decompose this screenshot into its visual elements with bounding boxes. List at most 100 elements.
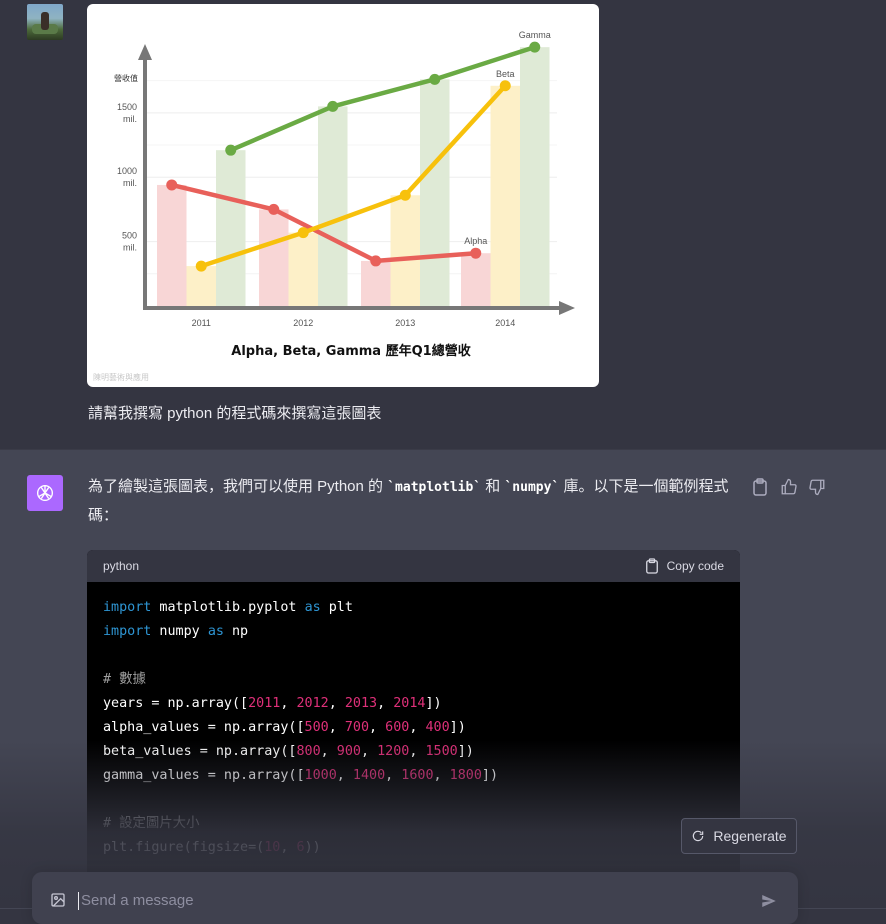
chart-svg: 營收值 500 mil. 1000 mil. 1500 mil. 2011 2012 2013 20… — [93, 30, 575, 382]
series-point-alpha — [166, 179, 178, 191]
chart-watermark: 陳明藝術與應用 — [93, 372, 149, 382]
series-point-beta — [399, 189, 411, 201]
send-icon[interactable] — [760, 892, 778, 915]
series-line-gamma — [229, 45, 536, 153]
code-token: plt — [320, 600, 353, 615]
code-token: , — [280, 696, 297, 711]
code-token: 2013 — [344, 696, 378, 711]
code-token: import — [103, 624, 152, 639]
code-token: numpy — [151, 624, 208, 639]
code-token: matplotlib.pyplot — [151, 600, 305, 615]
code-token: 2014 — [393, 696, 426, 711]
reply-intro-2: 和 — [481, 478, 505, 495]
code-token: as — [207, 624, 224, 639]
bar-alpha — [361, 260, 391, 306]
code-token: 2012 — [296, 696, 329, 711]
chart-image[interactable]: 營收值 500 mil. 1000 mil. 1500 mil. 2011 2012 2013 20… — [87, 4, 599, 387]
y-tick-label: 1000 — [117, 166, 137, 176]
bar-alpha — [259, 209, 289, 306]
code-line: # 數據 — [103, 668, 724, 692]
message-input-placeholder[interactable]: Send a message — [78, 892, 194, 910]
code-token: 700 — [344, 720, 370, 735]
series-point-beta — [195, 260, 207, 272]
code-token: 500 — [304, 720, 329, 735]
series-label-gamma: Gamma — [519, 30, 551, 40]
code-token: ]) — [449, 720, 466, 735]
copy-code-button[interactable]: Copy code — [645, 558, 724, 574]
bar-gamma — [520, 47, 550, 307]
series-point-alpha — [268, 203, 280, 215]
regenerate-button[interactable]: Regenerate — [681, 818, 797, 854]
series-point-alpha — [470, 247, 482, 259]
clipboard-icon — [645, 558, 658, 574]
message-input-box[interactable]: Send a message — [32, 872, 798, 924]
code-token: , — [377, 696, 394, 711]
series-point-beta — [297, 227, 309, 239]
code-token: 400 — [425, 720, 450, 735]
code-token: alpha_values = np.array([ — [103, 720, 305, 735]
y-tick-unit: mil. — [123, 178, 137, 188]
refresh-icon — [693, 830, 704, 842]
code-token: , — [409, 720, 426, 735]
user-message-text: 請幫我撰寫 python 的程式碼來撰寫這張圖表 — [88, 405, 382, 422]
series-point-gamma — [327, 100, 339, 112]
code-token: import — [103, 600, 152, 615]
message-actions — [752, 478, 826, 496]
chatgpt-logo-icon — [27, 475, 63, 511]
thumbs-up-icon[interactable] — [780, 478, 798, 496]
code-token: , — [369, 720, 386, 735]
bar-beta — [490, 85, 520, 306]
reply-intro-1: 為了繪製這張圖表，我們可以使用 Python 的 — [88, 478, 388, 495]
user-avatar — [27, 4, 63, 40]
bar-beta — [186, 266, 216, 306]
code-token: 600 — [385, 720, 410, 735]
series-label-beta: Beta — [496, 69, 515, 79]
chart-title: Alpha, Beta, Gamma 歷年Q1總營收 — [231, 343, 471, 359]
thumbs-down-icon[interactable] — [808, 478, 826, 496]
y-tick-label: 500 — [122, 231, 137, 241]
bar-alpha — [461, 253, 491, 306]
x-tick-label: 2013 — [395, 318, 415, 328]
series-point-beta — [499, 80, 511, 92]
bar-alpha — [157, 184, 187, 306]
copy-code-label: Copy code — [666, 559, 724, 573]
bar-beta — [390, 195, 420, 306]
y-tick-unit: mil. — [123, 243, 137, 253]
code-token: as — [304, 600, 321, 615]
code-token: np — [223, 624, 249, 639]
code-line: years = np.array([2011, 2012, 2013, 2014… — [103, 692, 724, 716]
y-tick-label: 1500 — [117, 102, 137, 112]
bar-beta — [288, 232, 318, 306]
code-block-header: python Copy code — [87, 550, 740, 582]
code-line: import matplotlib.pyplot as plt — [103, 596, 724, 620]
lib-numpy: `numpy` — [504, 480, 560, 495]
code-token: # 數據 — [103, 672, 146, 687]
code-token: , — [328, 696, 345, 711]
bar-gamma — [318, 106, 348, 306]
y-tick-unit: mil. — [123, 114, 137, 124]
x-tick-label: 2012 — [293, 318, 313, 328]
user-message-block: 營收值 500 mil. 1000 mil. 1500 mil. 2011 2012 2013 20… — [0, 0, 886, 449]
assistant-message-text: 為了繪製這張圖表，我們可以使用 Python 的 `matplotlib` 和 … — [88, 473, 738, 530]
series-point-gamma — [225, 144, 237, 156]
x-tick-label: 2014 — [495, 318, 515, 328]
code-line: alpha_values = np.array([500, 700, 600, … — [103, 716, 724, 740]
series-point-alpha — [370, 255, 382, 267]
clipboard-icon[interactable] — [752, 478, 770, 496]
series-point-gamma — [529, 41, 541, 53]
code-language-label: python — [103, 559, 140, 573]
code-token: 2011 — [248, 696, 281, 711]
series-label-alpha: Alpha — [464, 236, 487, 246]
image-upload-icon[interactable] — [50, 892, 66, 913]
code-token: ]) — [425, 696, 442, 711]
x-axis-arrow — [559, 301, 575, 315]
y-axis-arrow — [138, 44, 152, 60]
bar-gamma — [420, 79, 450, 306]
lib-matplotlib: `matplotlib` — [387, 480, 482, 495]
regenerate-label: Regenerate — [713, 828, 787, 844]
y-axis-label: 營收值 — [114, 73, 138, 83]
code-line: import numpy as np — [103, 620, 724, 644]
code-token: , — [328, 720, 345, 735]
x-tick-label: 2011 — [192, 318, 211, 328]
